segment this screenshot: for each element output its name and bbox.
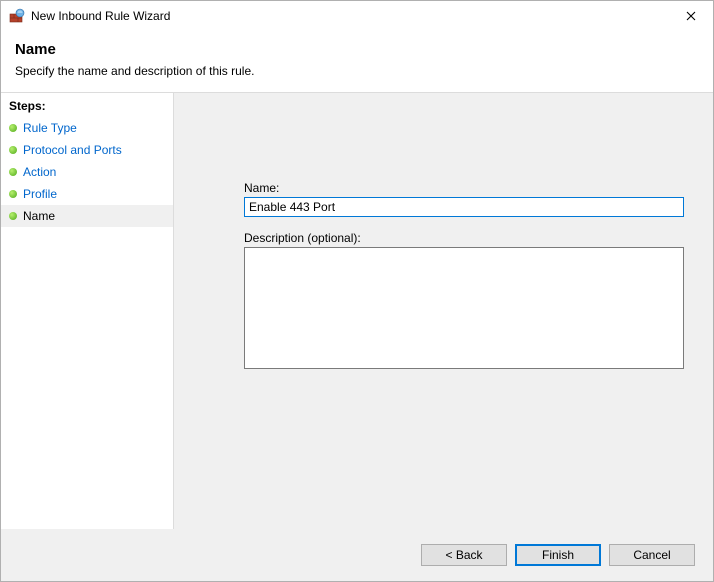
step-profile[interactable]: Profile <box>1 183 173 205</box>
step-label: Profile <box>23 187 57 201</box>
bullet-icon <box>9 190 17 198</box>
wizard-header: Name Specify the name and description of… <box>1 31 713 90</box>
firewall-icon <box>9 8 25 24</box>
steps-heading: Steps: <box>1 97 173 117</box>
bullet-icon <box>9 168 17 176</box>
close-button[interactable] <box>668 1 713 31</box>
step-rule-type[interactable]: Rule Type <box>1 117 173 139</box>
step-name[interactable]: Name <box>1 205 173 227</box>
button-bar: < Back Finish Cancel <box>1 529 713 581</box>
step-label: Name <box>23 209 55 223</box>
finish-button[interactable]: Finish <box>515 544 601 566</box>
titlebar: New Inbound Rule Wizard <box>1 1 713 31</box>
back-button[interactable]: < Back <box>421 544 507 566</box>
steps-sidebar: Steps: Rule Type Protocol and Ports Acti… <box>1 93 174 529</box>
bullet-icon <box>9 212 17 220</box>
description-label: Description (optional): <box>244 231 691 245</box>
bullet-icon <box>9 146 17 154</box>
name-label: Name: <box>244 181 691 195</box>
step-action[interactable]: Action <box>1 161 173 183</box>
step-label: Rule Type <box>23 121 77 135</box>
step-label: Action <box>23 165 56 179</box>
wizard-window: New Inbound Rule Wizard Name Specify the… <box>0 0 714 582</box>
name-input[interactable] <box>244 197 684 217</box>
page-subtitle: Specify the name and description of this… <box>15 64 699 78</box>
step-protocol-and-ports[interactable]: Protocol and Ports <box>1 139 173 161</box>
page-title: Name <box>15 41 699 58</box>
bullet-icon <box>9 124 17 132</box>
step-label: Protocol and Ports <box>23 143 122 157</box>
content-pane: Name: Description (optional): <box>174 93 713 529</box>
description-input[interactable] <box>244 247 684 369</box>
window-title: New Inbound Rule Wizard <box>31 9 170 23</box>
wizard-body: Steps: Rule Type Protocol and Ports Acti… <box>1 93 713 529</box>
cancel-button[interactable]: Cancel <box>609 544 695 566</box>
